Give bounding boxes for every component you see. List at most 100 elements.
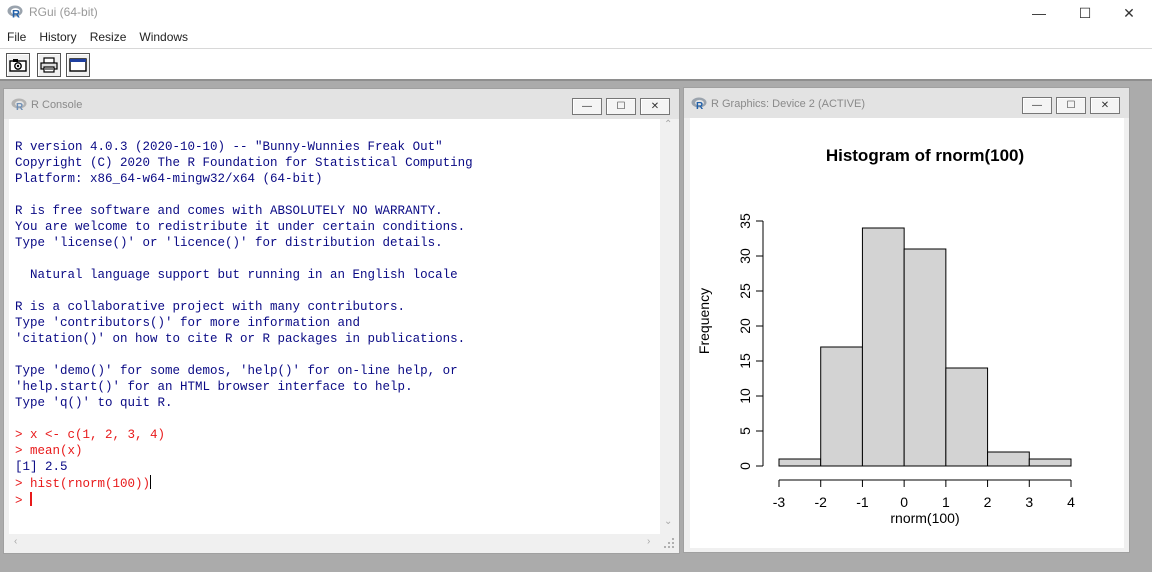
- x-tick-label: 3: [1025, 494, 1033, 510]
- y-tick-label: 35: [737, 213, 753, 229]
- toolbar: [0, 48, 1152, 81]
- text-caret: [150, 475, 152, 489]
- console-text: R version 4.0.3 (2020-10-10) -- "Bunny-W…: [15, 139, 473, 509]
- menu-windows[interactable]: Windows: [139, 30, 188, 44]
- histogram-chart: Histogram of rnorm(100) rnorm(100) Frequ…: [696, 146, 1075, 526]
- console-output-line: Type 'contributors()' for more informati…: [15, 315, 473, 331]
- maximize-icon: ☐: [1078, 4, 1092, 21]
- graphics-close-button[interactable]: ✕: [1090, 97, 1120, 114]
- console-input-line: > hist(rnorm(100)): [15, 475, 473, 492]
- console-output-area[interactable]: R version 4.0.3 (2020-10-10) -- "Bunny-W…: [9, 119, 660, 534]
- print-button[interactable]: [37, 53, 61, 77]
- console-close-button[interactable]: ✕: [640, 98, 670, 115]
- x-tick-label: -3: [773, 494, 786, 510]
- console-line-text: >: [15, 494, 31, 508]
- maximize-button[interactable]: ☐: [1062, 0, 1108, 26]
- console-line-text: Type 'license()' or 'licence()' for dist…: [15, 236, 443, 250]
- app-title-bar: R RGui (64-bit) — ☐ ✕: [0, 0, 1152, 26]
- graphics-restore-button[interactable]: ☐: [1056, 97, 1086, 114]
- console-line-text: > x <- c(1, 2, 3, 4): [15, 428, 166, 442]
- x-tick-label: 2: [984, 494, 992, 510]
- console-line-text: Type 'demo()' for some demos, 'help()' f…: [15, 364, 458, 378]
- histogram-bar: [820, 346, 863, 467]
- console-minimize-button[interactable]: —: [572, 98, 602, 115]
- console-line-text: Copyright (C) 2020 The R Foundation for …: [15, 156, 473, 170]
- console-output-line: 'citation()' on how to cite R or R packa…: [15, 331, 473, 347]
- console-title: R Console: [31, 99, 83, 111]
- minimize-icon: —: [1032, 5, 1046, 21]
- graphics-canvas[interactable]: Histogram of rnorm(100) rnorm(100) Frequ…: [690, 118, 1124, 548]
- console-output-line: Type 'demo()' for some demos, 'help()' f…: [15, 363, 473, 379]
- histogram-bar: [1028, 458, 1072, 467]
- r-console-window[interactable]: R R Console — ☐ ✕ R version 4.0.3 (2020-…: [3, 88, 680, 554]
- window-button[interactable]: [66, 53, 90, 77]
- console-output-line: Type 'license()' or 'licence()' for dist…: [15, 235, 473, 251]
- console-caption[interactable]: R R Console — ☐ ✕: [4, 89, 679, 119]
- x-axis-label: rnorm(100): [890, 510, 959, 526]
- close-icon: ✕: [650, 101, 660, 112]
- console-line-text: 'help.start()' for an HTML browser inter…: [15, 380, 413, 394]
- console-line-text: > hist(rnorm(100)): [15, 477, 151, 491]
- scroll-down-icon[interactable]: ⌄: [664, 516, 672, 527]
- y-tick-label: 10: [737, 388, 753, 404]
- console-vertical-scrollbar[interactable]: ⌃ ⌄: [660, 119, 677, 534]
- console-output-line: R version 4.0.3 (2020-10-10) -- "Bunny-W…: [15, 139, 473, 155]
- svg-text:R: R: [12, 9, 20, 20]
- console-line-text: > mean(x): [15, 444, 83, 458]
- menu-history[interactable]: History: [39, 30, 76, 44]
- console-line-text: R is a collaborative project with many c…: [15, 300, 406, 314]
- minimize-icon: —: [582, 101, 592, 112]
- y-tick-label: 25: [737, 283, 753, 299]
- y-tick-label: 20: [737, 318, 753, 334]
- resize-grip-icon[interactable]: [660, 534, 677, 551]
- console-output-line: Platform: x86_64-w64-mingw32/x64 (64-bit…: [15, 171, 473, 187]
- camera-icon: [9, 59, 27, 72]
- menu-resize[interactable]: Resize: [90, 30, 127, 44]
- x-tick-label: -1: [856, 494, 869, 510]
- console-line-text: 'citation()' on how to cite R or R packa…: [15, 332, 466, 346]
- histogram-bar: [987, 451, 1030, 467]
- console-output-line: 'help.start()' for an HTML browser inter…: [15, 379, 473, 395]
- y-tick-label: 0: [737, 462, 753, 470]
- r-graphics-window[interactable]: R R Graphics: Device 2 (ACTIVE) — ☐ ✕ Hi…: [683, 87, 1130, 553]
- console-line-text: Type 'contributors()' for more informati…: [15, 316, 361, 330]
- console-line-text: R version 4.0.3 (2020-10-10) -- "Bunny-W…: [15, 140, 443, 154]
- x-tick-label: 1: [942, 494, 950, 510]
- minimize-button[interactable]: —: [1016, 0, 1062, 26]
- text-caret: [30, 492, 33, 506]
- scroll-left-icon[interactable]: ‹: [14, 536, 17, 547]
- console-horizontal-scrollbar[interactable]: ‹ ›: [9, 534, 660, 551]
- console-input-line: > mean(x): [15, 443, 473, 459]
- scroll-up-icon[interactable]: ⌃: [664, 119, 672, 130]
- svg-text:R: R: [696, 101, 704, 110]
- close-button[interactable]: ✕: [1106, 0, 1152, 26]
- histogram-bar: [903, 248, 947, 467]
- r-logo-icon: R: [7, 5, 23, 19]
- graphics-minimize-button[interactable]: —: [1022, 97, 1052, 114]
- copy-graph-button[interactable]: [6, 53, 30, 77]
- console-restore-button[interactable]: ☐: [606, 98, 636, 115]
- chart-title: Histogram of rnorm(100): [826, 146, 1024, 165]
- console-output-line: Type 'q()' to quit R.: [15, 395, 473, 411]
- close-icon: ✕: [1100, 100, 1110, 111]
- r-logo-icon: R: [691, 97, 707, 110]
- r-logo-icon: R: [11, 98, 27, 111]
- console-output-line: R is a collaborative project with many c…: [15, 299, 473, 315]
- histogram-bar: [861, 227, 905, 467]
- y-tick-label: 30: [737, 248, 753, 264]
- console-output-line: [1] 2.5: [15, 459, 473, 475]
- console-line-text: [1] 2.5: [15, 460, 68, 474]
- scroll-right-icon[interactable]: ›: [647, 536, 650, 547]
- graphics-title: R Graphics: Device 2 (ACTIVE): [711, 98, 866, 110]
- x-tick-label: -2: [814, 494, 827, 510]
- console-output-line: Copyright (C) 2020 The R Foundation for …: [15, 155, 473, 171]
- menu-file[interactable]: File: [7, 30, 26, 44]
- graphics-caption[interactable]: R R Graphics: Device 2 (ACTIVE) — ☐ ✕: [684, 88, 1129, 118]
- y-axis-label: Frequency: [696, 288, 712, 354]
- restore-icon: ☐: [616, 101, 626, 112]
